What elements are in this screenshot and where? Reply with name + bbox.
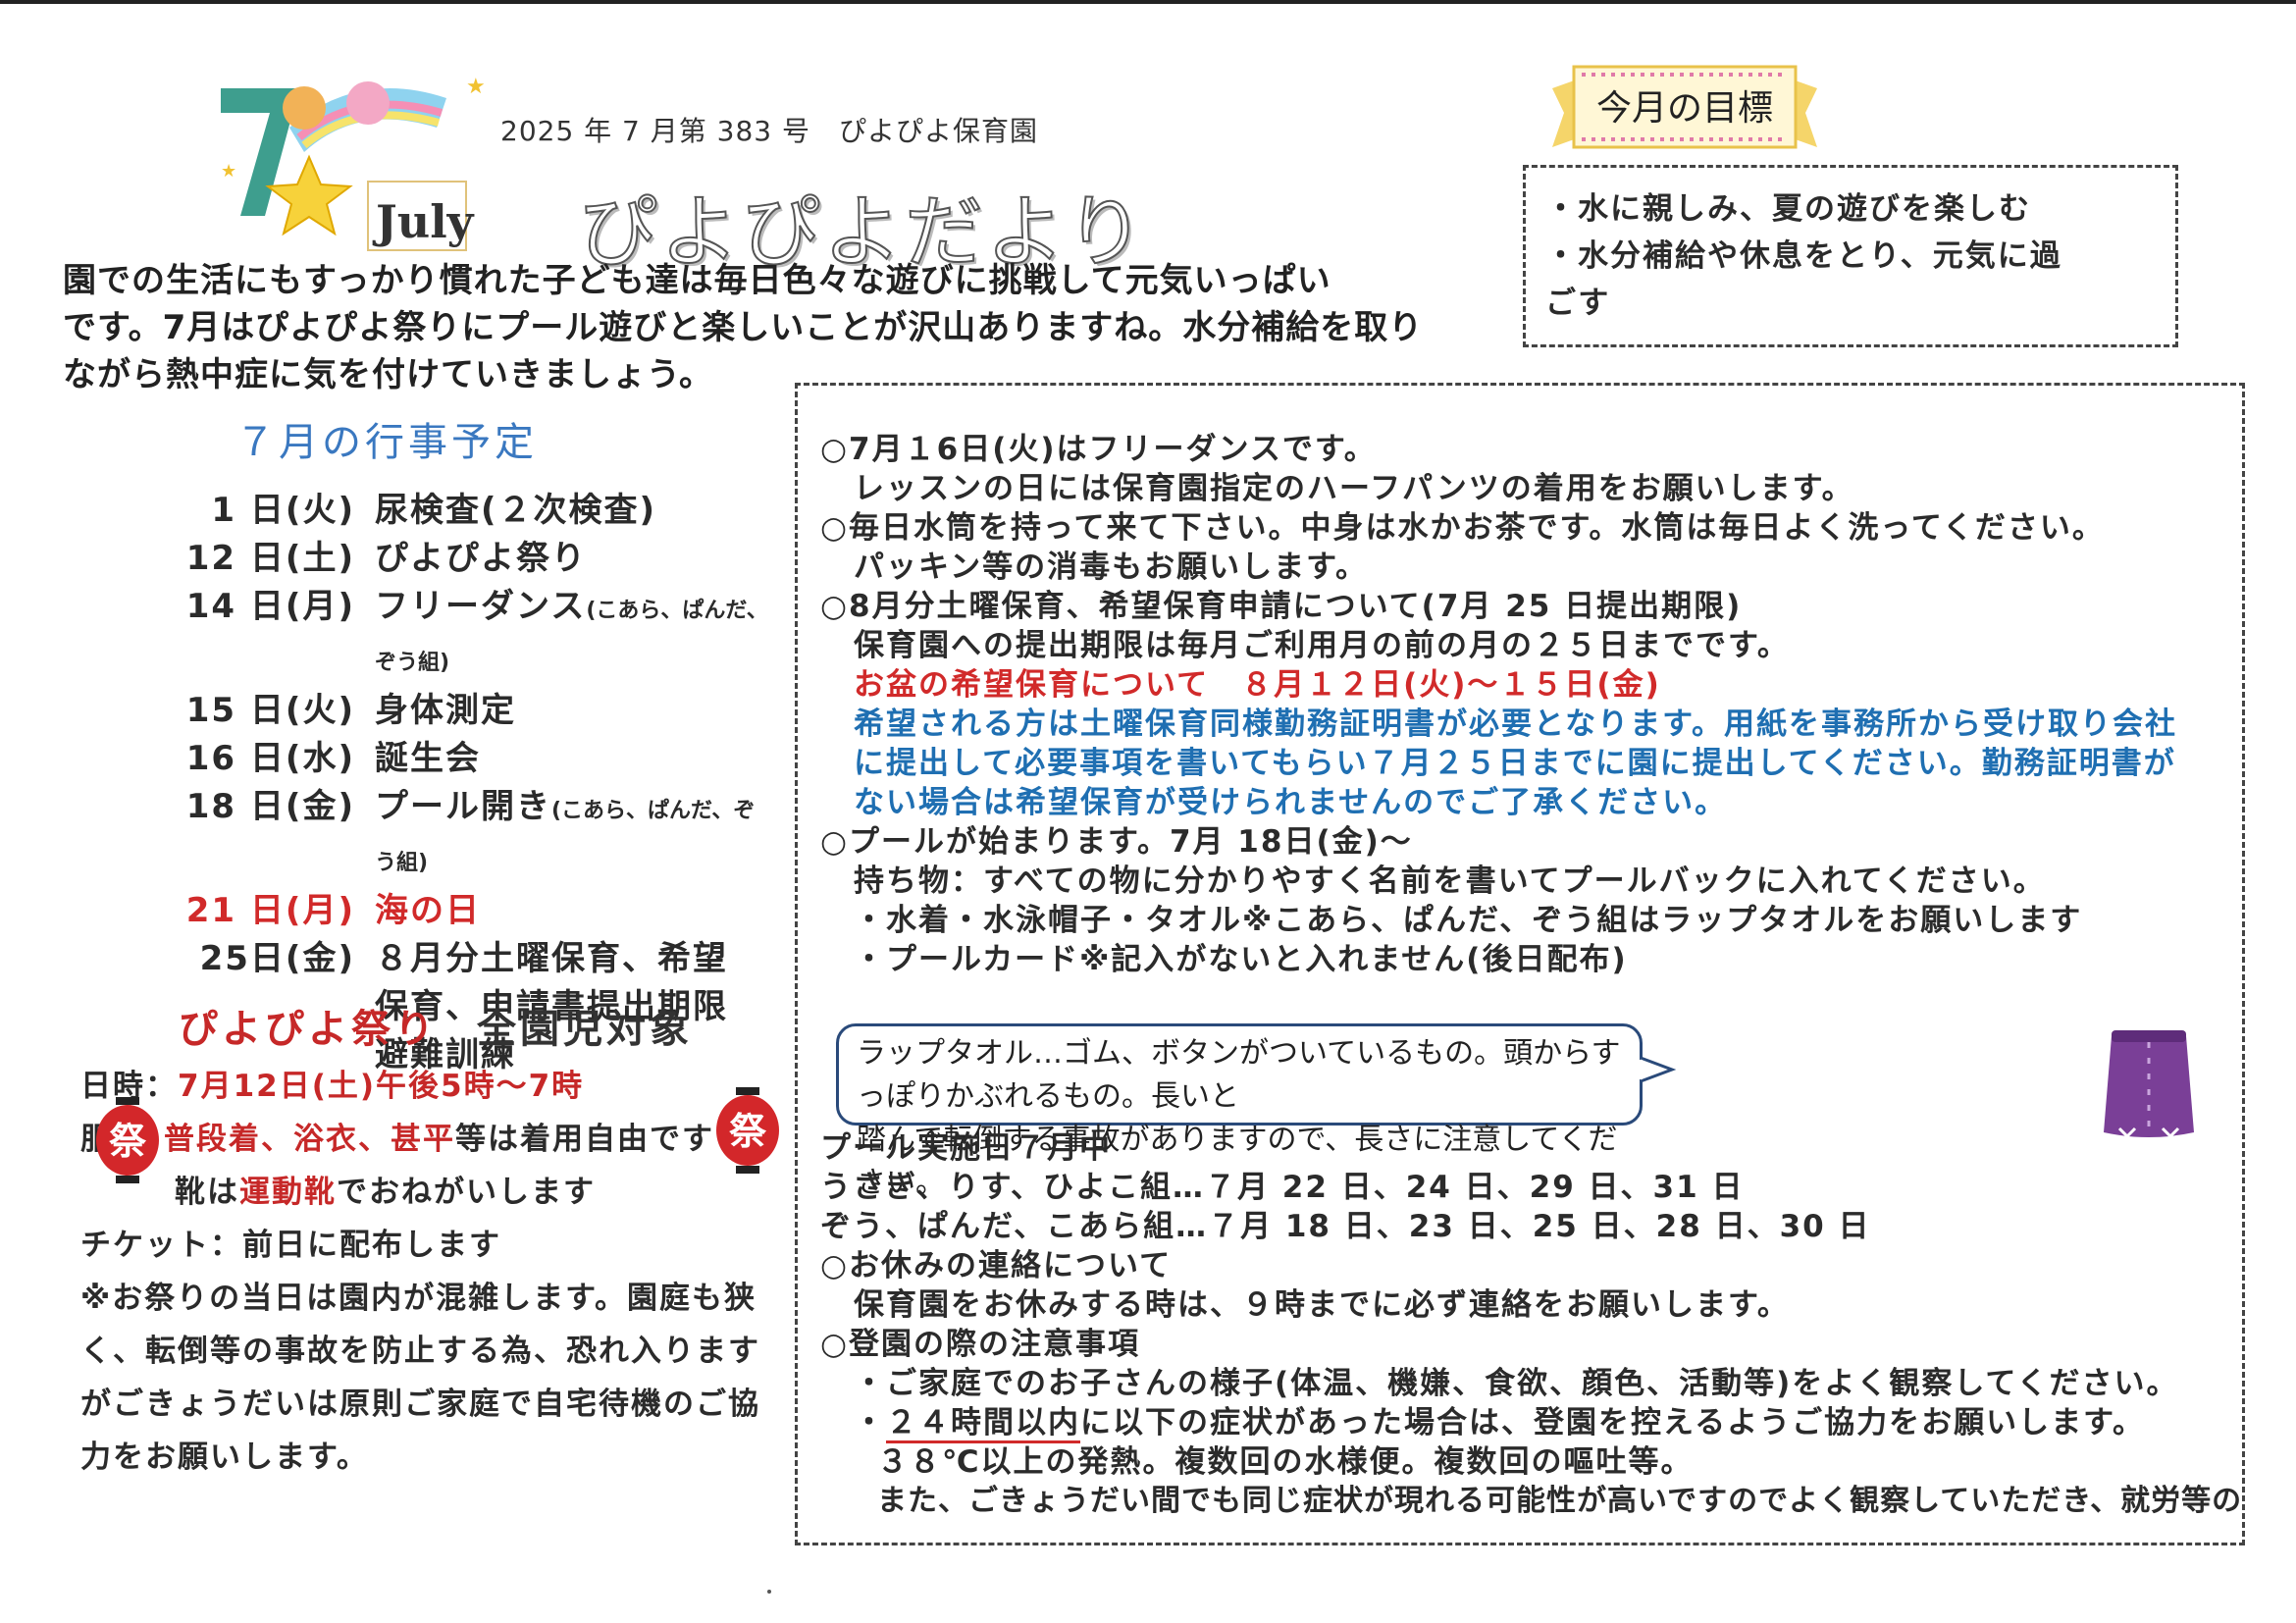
notice-line: ○毎日水筒を持って来て下さい。中身は水かお茶です。水筒は毎日よく洗ってください。 [820, 510, 2105, 546]
notice-line: ・プールカード※記入がないと入れません(後日配布) [854, 942, 1628, 977]
july-text: July [372, 195, 475, 248]
festival-target: 全園児対象 [477, 1007, 693, 1052]
wrap-towel-callout: ラップタオル…ゴム、ボタンがついているもの。頭からすっぽりかぶれるもの。長いと … [836, 1023, 1643, 1200]
festival-note: く、転倒等の事故を防止する為、恐れ入ります [80, 1334, 760, 1369]
pool-schedule: ぞう、ぱんだ、こあら組…７月 18 日、23 日、25 日、28 日、30 日 [820, 1209, 1871, 1244]
goal-item: ごす [1545, 286, 1611, 321]
event-row: 12 日(土) ぴよぴよ祭り [128, 535, 775, 583]
notice-line: 希望される方は土曜保育同様勤務証明書が必要となります。用紙を事務所から受け取り会… [854, 707, 2177, 742]
goal-item: ・水分補給や休息をとり、元気に過 [1545, 238, 2062, 274]
notice-line: ない場合は希望保育が受けられませんのでご了承ください。 [854, 785, 1728, 820]
intro-line: 園での生活にもすっかり慣れた子ども達は毎日色々な遊びに挑戦して元気いっぱい [63, 261, 1331, 300]
svg-text:祭: 祭 [109, 1120, 147, 1163]
event-row-holiday: 21 日(月) 海の日 [128, 887, 775, 935]
notice-line: ・水着・水泳帽子・タオル※こあら、ぱんだ、ぞう組はラップタオルをお願いします [854, 903, 2083, 938]
festival-note: 力をお願いします。 [80, 1440, 369, 1475]
lantern-icon: 祭 [716, 1087, 779, 1174]
notice-line: ・２４時間以内に以下の症状があった場合は、登園を控えるようご協力をお願いします。 [820, 1403, 2233, 1443]
notice-line: 持ち物：すべての物に分かりやすく名前を書いてプールバックに入れてください。 [854, 864, 2046, 899]
callout-line: ラップタオル…ゴム、ボタンがついているもの。頭からすっぽりかぶれるもの。長いと [857, 1036, 1621, 1114]
event-desc: プール開き(こあら、ぱんだ、ぞう組) [375, 787, 756, 875]
notice-line: パッキン等の消毒もお願いします。 [854, 550, 1368, 585]
festival-datetime: 日時：7月12日(土)午後5時～7時 [80, 1069, 585, 1104]
event-date: 25日(金) [199, 939, 355, 978]
event-date: 21 日(月) [185, 891, 355, 930]
event-row: 25日(金) ８月分土曜保育、希望 [128, 935, 775, 983]
festival-details: 日時：7月12日(土)午後5時～7時 服普段着、浴衣、甚平等は着用自由です 靴は… [80, 1060, 777, 1484]
event-date: 14 日(月) [185, 587, 355, 626]
notice-line: 保育園への提出期限は毎月ご利用月の前の月の２５日までです。 [854, 628, 1790, 663]
page-mark [767, 1590, 771, 1594]
event-desc: 身体測定 [375, 691, 516, 730]
festival-shoes: 靴は運動靴でおねがいします [175, 1175, 596, 1210]
obon-notice: お盆の希望保育について ８月１２日(火)～１５日(金) [854, 667, 1661, 703]
notice-line: 保育園をお休みする時は、９時までに必ず連絡をお願いします。 [854, 1287, 1790, 1323]
event-desc: 海の日 [375, 891, 481, 930]
notice-line: ・ご家庭でのお子さんの様子(体温、機嫌、食欲、顔色、活動等)をよく観察してくださ… [854, 1366, 2179, 1401]
intro-text: 園での生活にもすっかり慣れた子ども達は毎日色々な遊びに挑戦して元気いっぱい です… [63, 257, 1466, 398]
festival-ticket: チケット：前日に配布します [80, 1228, 501, 1263]
event-row: 1 日(火) 尿検査(２次検査) [128, 487, 775, 535]
event-desc: フリーダンス(こあら、ぱんだ、ぞう組) [375, 587, 768, 675]
goal-item: ・水に親しみ、夏の遊びを楽しむ [1545, 191, 2031, 227]
notice-line: に提出して必要事項を書いてもらい７月２５日までに園に提出してください。勤務証明書… [854, 746, 2176, 781]
event-date: 18 日(金) [185, 787, 355, 826]
july-illustration: ★ ★ July [221, 75, 486, 251]
svg-text:★: ★ [221, 161, 236, 182]
event-date: 12 日(土) [185, 539, 355, 578]
events-list: 1 日(火) 尿検査(２次検査) 12 日(土) ぴよぴよ祭り 14 日(月) フリー… [128, 487, 775, 1079]
callout-tail [1637, 1056, 1676, 1083]
event-desc: 尿検査(２次検査) [375, 491, 657, 530]
festival-title: ぴよぴよ祭り 全園児対象 [179, 1007, 693, 1052]
notice-line: ３８℃以上の発熱。複数回の水様便。複数回の嘔吐等。 [877, 1444, 1694, 1480]
event-date: 1 日(火) [211, 491, 355, 530]
intro-line: です。7月はぴよぴよ祭りにプール遊びと楽しいことが沢山ありますね。水分補給を取り [63, 308, 1424, 347]
pool-title: プール実施日７月中 [820, 1130, 1112, 1166]
event-row: 16 日(水) 誕生会 [128, 735, 775, 783]
goal-badge: 今月の目標 [1552, 65, 1817, 149]
goal-badge-label: 今月の目標 [1596, 88, 1773, 129]
pool-schedule: うさぎ、りす、ひよこ組…７月 22 日、24 日、29 日、31 日 [820, 1170, 1745, 1205]
svg-text:★: ★ [466, 75, 486, 99]
festival-clothes: 服普段着、浴衣、甚平等は着用自由です [80, 1122, 714, 1157]
notice-line: ○プールが始まります。7月 18日(金)～ [820, 824, 1413, 860]
svg-text:祭: 祭 [729, 1110, 767, 1153]
lantern-icon: 祭 [96, 1097, 159, 1183]
notices-text: ○7月１6日(火)はフリーダンスです。 レッスンの日には保育園指定のハーフパンツ… [820, 430, 2233, 979]
underlined-text: ２４時間以内 [886, 1405, 1080, 1443]
event-date: 15 日(火) [185, 691, 355, 730]
notice-line: レッスンの日には保育園指定のハーフパンツの着用をお願いします。 [854, 471, 1854, 506]
notice-line: また、ごきょうだい間でも同じ症状が現れる可能性が高いですのでよく観察していただき… [877, 1484, 2243, 1518]
events-title: ７月の行事予定 [235, 420, 538, 465]
event-desc: 誕生会 [375, 739, 481, 778]
event-desc: ８月分土曜保育、希望 [375, 939, 728, 978]
notice-line: ○登園の際の注意事項 [820, 1327, 1141, 1362]
festival-note: がごきょうだいは原則ご家庭で自宅待機のご協 [80, 1387, 760, 1422]
notice-line: ○お休みの連絡について [820, 1248, 1173, 1283]
event-row: 18 日(金) プール開き(こあら、ぱんだ、ぞう組) [128, 783, 775, 887]
event-desc: ぴよぴよ祭り [375, 539, 587, 578]
festival-note: ※お祭りの当日は園内が混雑します。園庭も狭 [80, 1281, 757, 1316]
notice-line: ○8月分土曜保育、希望保育申請について(7月 25 日提出期限) [820, 589, 1743, 624]
event-row: 14 日(月) フリーダンス(こあら、ぱんだ、ぞう組) [128, 583, 775, 687]
notice-line: ○7月１6日(火)はフリーダンスです。 [820, 432, 1377, 467]
goal-box: ・水に親しみ、夏の遊びを楽しむ ・水分補給や休息をとり、元気に過 ごす [1523, 165, 2178, 347]
issue-info: 2025 年 7 月第 383 号 ぴよぴよ保育園 [500, 115, 1039, 147]
event-date: 16 日(水) [185, 739, 355, 778]
pool-and-rules: プール実施日７月中 うさぎ、りす、ひよこ組…７月 22 日、24 日、29 日、… [820, 1128, 2243, 1521]
top-border [0, 0, 2296, 4]
event-row: 15 日(火) 身体測定 [128, 687, 775, 735]
